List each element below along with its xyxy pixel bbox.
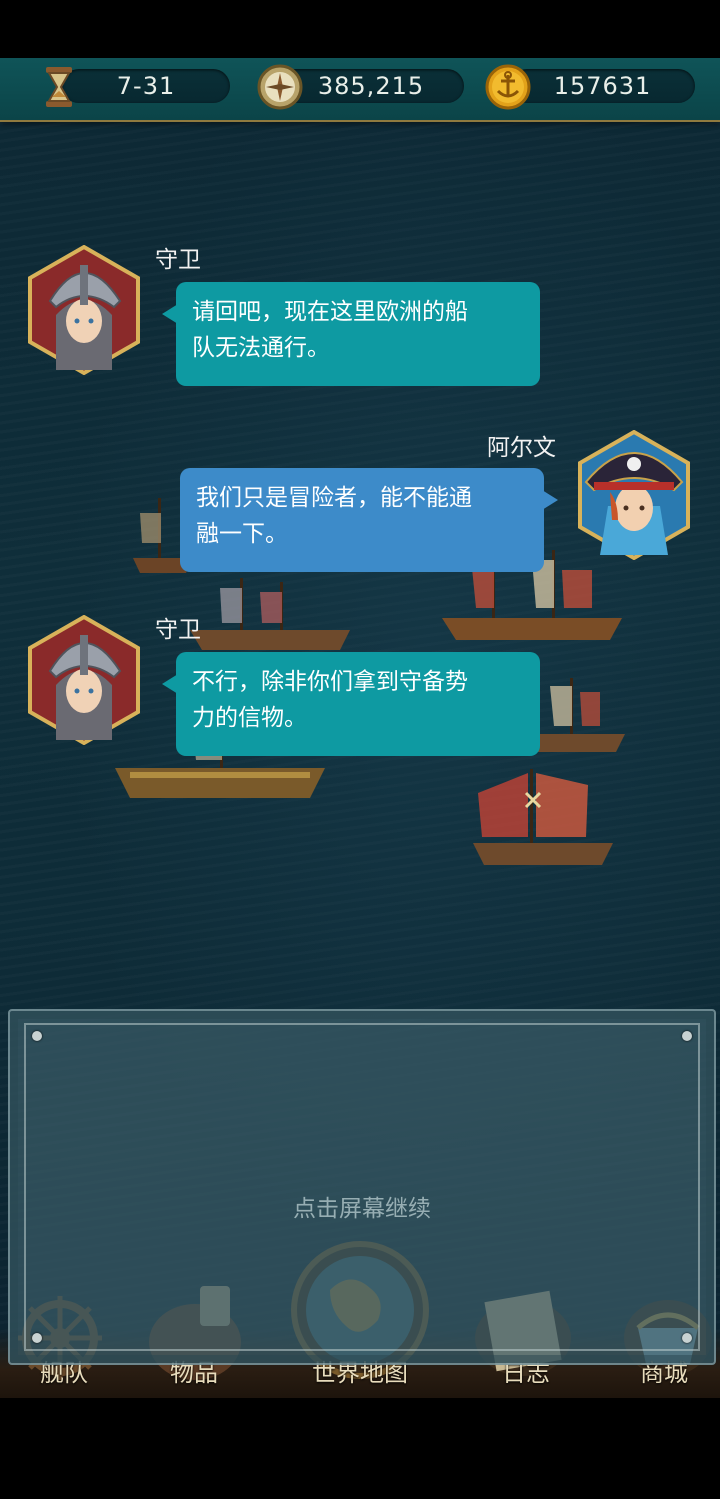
panel-frame — [24, 1023, 700, 1351]
game-screen[interactable]: 7-31 385,215 157631 守卫 请回吧，现在这里欧洲的船 队无法通… — [0, 58, 720, 1398]
speaker-name: 阿尔文 — [487, 435, 556, 461]
dialogue-bubble: 请回吧，现在这里欧洲的船 队无法通行。 — [162, 282, 540, 386]
anchor-coin-icon — [485, 64, 531, 110]
panel-stud — [32, 1031, 42, 1041]
speaker-name: 守卫 — [155, 617, 201, 643]
guard-portrait-avatar — [28, 615, 140, 745]
exploration-counter: 385,215 — [278, 69, 464, 103]
dialogue-text-line: 不行，除非你们拿到守备势 — [192, 669, 468, 695]
hourglass-icon — [46, 67, 72, 107]
dialogue-bubble: 我们只是冒险者，能不能通 融一下。 — [180, 468, 558, 572]
resource-bar: 7-31 385,215 157631 — [0, 58, 720, 122]
continue-panel[interactable]: 点击屏幕继续 — [8, 1009, 716, 1365]
speaker-name: 守卫 — [155, 247, 201, 273]
turn-counter: 7-31 — [62, 69, 230, 103]
ship-sprite — [473, 769, 613, 865]
exploration-value: 385,215 — [317, 72, 425, 100]
alvin-portrait-avatar — [578, 430, 690, 560]
dialogue-text-line: 融一下。 — [196, 521, 288, 547]
dialogue-text-line: 请回吧，现在这里欧洲的船 — [192, 299, 468, 325]
panel-stud — [682, 1031, 692, 1041]
dialogue-text-line: 队无法通行。 — [192, 335, 330, 361]
dialogue-text-line: 我们只是冒险者，能不能通 — [196, 485, 472, 511]
dialogue-text-line: 力的信物。 — [192, 705, 307, 731]
panel-stud — [32, 1333, 42, 1343]
turn-value: 7-31 — [116, 72, 176, 100]
gold-counter: 157631 — [510, 69, 695, 103]
dialogue-bubble: 不行，除非你们拿到守备势 力的信物。 — [162, 652, 540, 756]
gold-value: 157631 — [553, 72, 652, 100]
panel-stud — [682, 1333, 692, 1343]
tap-to-continue-text: 点击屏幕继续 — [293, 1196, 431, 1222]
guard-portrait-avatar — [28, 245, 140, 375]
compass-icon — [257, 64, 303, 110]
ship-sprite — [190, 578, 350, 650]
